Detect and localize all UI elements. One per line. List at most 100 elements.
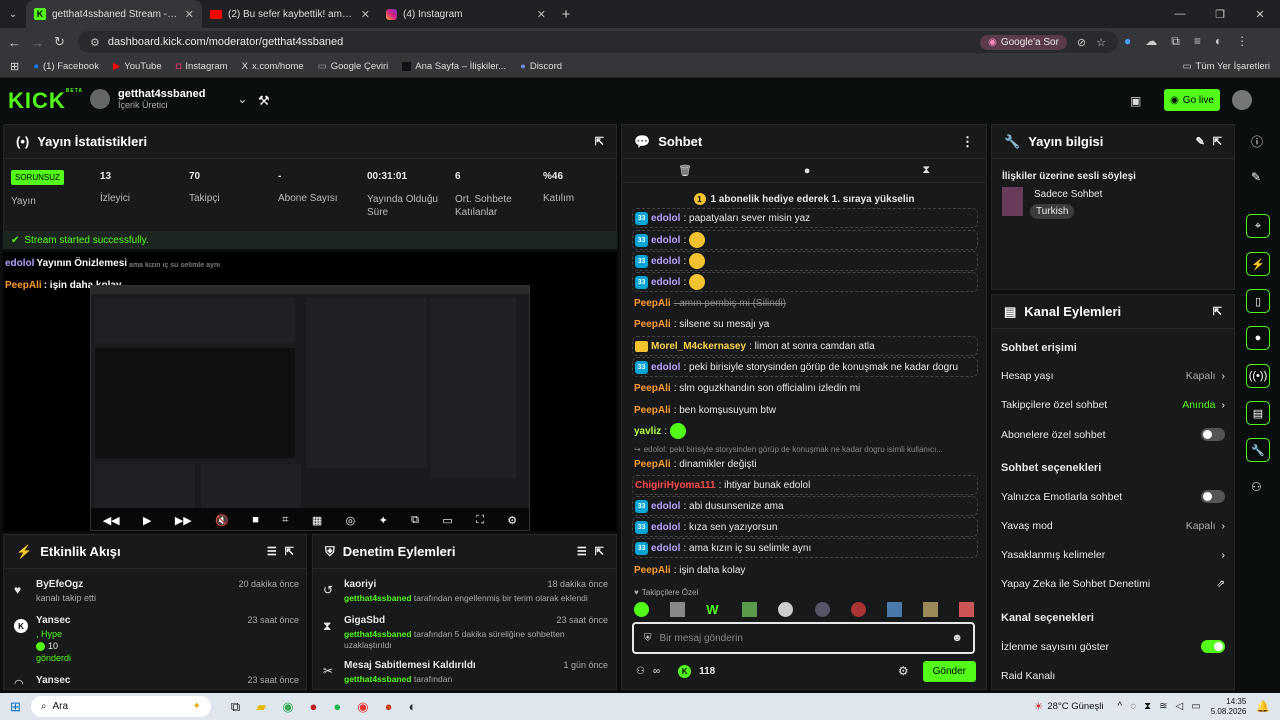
- chat-username[interactable]: edolol: [651, 362, 680, 373]
- apps-grid-icon[interactable]: ⊞: [10, 60, 19, 73]
- pencil-icon[interactable]: ✎: [1251, 170, 1261, 184]
- wrench-icon[interactable]: 🔧: [1246, 438, 1270, 462]
- chat-username[interactable]: edolol: [651, 213, 680, 224]
- emote-icon[interactable]: W: [706, 602, 721, 617]
- chat-message[interactable]: ChigiriHyoma111: ihtiyar bunak edolol: [632, 475, 978, 495]
- chat-message[interactable]: 33 edolol:: [632, 272, 978, 292]
- profile-avatar[interactable]: ◐: [1215, 34, 1222, 49]
- emote-icon[interactable]: [850, 602, 866, 617]
- chat-message[interactable]: 33 edolol: papatyaları sever misin yaz: [632, 208, 978, 228]
- info-icon[interactable]: ⓘ: [1251, 133, 1263, 150]
- rewind-icon[interactable]: ◀◀: [103, 514, 120, 527]
- chat-bubble-icon[interactable]: ●: [1246, 326, 1270, 350]
- chat-message[interactable]: 33 edolol:: [632, 230, 978, 250]
- network-icon[interactable]: ◌: [1130, 701, 1136, 712]
- crop-icon[interactable]: ⌗: [282, 514, 288, 527]
- emote-only-toggle[interactable]: [1201, 490, 1225, 503]
- chat-username[interactable]: PeepAli: [634, 405, 671, 416]
- setting-account-age[interactable]: Hesap yaşı Kapalı ›: [1001, 370, 1225, 382]
- chat-message[interactable]: 33 edolol:: [632, 251, 978, 271]
- edit-icon[interactable]: ✎: [1196, 135, 1205, 148]
- bookmark-anasayfa[interactable]: Ana Sayfa – İlişkiler...: [402, 61, 506, 72]
- chat-username[interactable]: PeepAli: [634, 319, 671, 330]
- screen-icon[interactable]: ▭: [442, 514, 452, 527]
- play-icon[interactable]: ▶: [143, 514, 151, 527]
- chat-username[interactable]: edolol: [651, 256, 680, 267]
- setting-follower-chat[interactable]: Takipçilere özel sohbet Anında ›: [1001, 399, 1225, 411]
- camera-icon[interactable]: ■: [252, 514, 259, 526]
- chat-message[interactable]: PeepAli: slm oguzkhandın son officialını…: [632, 378, 978, 398]
- bookmark-star-icon[interactable]: ☆: [1096, 36, 1106, 49]
- close-tab-icon[interactable]: ✕: [361, 8, 370, 21]
- send-button[interactable]: Gönder: [922, 660, 976, 682]
- bookmark-x[interactable]: Xx.com/home: [242, 61, 304, 72]
- tag-badge[interactable]: Turkish: [1030, 204, 1075, 219]
- bookmark-instagram[interactable]: ◘ Instagram: [176, 61, 228, 72]
- clock[interactable]: 14:35 5.08.2026: [1211, 697, 1247, 717]
- site-info-icon[interactable]: ⚙: [90, 36, 100, 49]
- google-ask-button[interactable]: ◉ Google'a Sor: [980, 34, 1067, 50]
- chat-username[interactable]: PeepAli: [634, 565, 671, 576]
- chat-message[interactable]: Morel_M4ckernasey: limon at sonra camdan…: [632, 336, 978, 356]
- hammer-icon[interactable]: ⚒: [258, 93, 270, 109]
- app-icon[interactable]: ◉: [357, 699, 368, 715]
- app-icon[interactable]: ●: [310, 699, 318, 715]
- preview-video[interactable]: ◀◀ ▶ ▶▶ 🔇 ■ ⌗ ▦ ◎ ✦ ⧉ ▭ ⛶ ⚙: [90, 285, 530, 531]
- filter-icon[interactable]: ☰: [577, 545, 587, 558]
- users-icon[interactable]: ⚇: [1251, 480, 1262, 494]
- theater-mode-icon[interactable]: ▣: [1130, 94, 1141, 108]
- user-avatar[interactable]: [1232, 90, 1252, 110]
- popout-icon[interactable]: ⇱: [285, 545, 294, 558]
- pip-icon[interactable]: ⧉: [411, 514, 419, 527]
- app-icon[interactable]: ◐: [408, 699, 416, 715]
- kick-logo[interactable]: KICKBETA: [8, 88, 83, 114]
- close-tab-icon[interactable]: ✕: [537, 8, 546, 21]
- chat-message[interactable]: yavliz:: [632, 421, 978, 441]
- setting-emote-only[interactable]: Yalnızca Emotlarla sohbet: [1001, 490, 1225, 503]
- emote-icon[interactable]: [634, 602, 649, 617]
- chat-message[interactable]: PeepAli: ben komşusuyum btw: [632, 400, 978, 420]
- setting-sub-chat[interactable]: Abonelere özel sohbet: [1001, 428, 1225, 441]
- chat-username[interactable]: edolol: [651, 522, 680, 533]
- new-tab-button[interactable]: +: [554, 6, 578, 23]
- spotify-icon[interactable]: ●: [333, 699, 341, 715]
- infinity-icon[interactable]: ∞: [653, 666, 660, 677]
- sub-chat-toggle[interactable]: [1201, 428, 1225, 441]
- chat-username[interactable]: edolol: [651, 543, 680, 554]
- emote-icon[interactable]: [778, 602, 794, 617]
- setting-banned-words[interactable]: Yasaklanmış kelimeler ›: [1001, 549, 1225, 561]
- emote-icon[interactable]: [886, 602, 902, 617]
- app-icon[interactable]: ●: [385, 699, 393, 715]
- chat-username[interactable]: edolol: [651, 277, 680, 288]
- popout-icon[interactable]: ⇱: [595, 545, 604, 558]
- layout-icon[interactable]: ▤: [1246, 401, 1270, 425]
- emote-icon[interactable]: [958, 602, 974, 617]
- chat-message[interactable]: PeepAli: amın pembiş mi (Silindi): [632, 293, 978, 313]
- gear-icon[interactable]: ⚙: [898, 664, 909, 678]
- tab-kick[interactable]: K getthat4ssbaned Stream - Kick ✕: [26, 0, 202, 28]
- setting-raid-channel[interactable]: Raid Kanalı: [1001, 670, 1225, 682]
- chat-username[interactable]: edolol: [651, 235, 680, 246]
- menu-kebab-icon[interactable]: ⋮: [961, 134, 974, 150]
- notifications-icon[interactable]: 🔔: [1256, 700, 1270, 713]
- effect-icon[interactable]: ✦: [379, 514, 388, 527]
- record-icon[interactable]: ◎: [346, 514, 356, 527]
- channel-selector[interactable]: getthat4ssbaned İçerik Üretici ⌄: [90, 88, 247, 110]
- chat-message[interactable]: PeepAli: silsene su mesajı ya: [632, 314, 978, 334]
- emote-icon[interactable]: [670, 602, 686, 617]
- chat-message[interactable]: 33 edolol: kıza sen yazıyorsun: [632, 517, 978, 537]
- chat-username[interactable]: PeepAli: [634, 298, 671, 309]
- chat-message[interactable]: 33 edolol: peki birisiyle storysinden gör…: [632, 357, 978, 377]
- popout-icon[interactable]: ⇱: [1213, 305, 1222, 318]
- windows-start-icon[interactable]: ⊞: [10, 699, 21, 715]
- tab-list-button[interactable]: ⌄: [0, 9, 26, 20]
- maximize-icon[interactable]: ❐: [1200, 8, 1240, 21]
- close-tab-icon[interactable]: ✕: [185, 8, 194, 21]
- setting-ai-moderation[interactable]: Yapay Zeka ile Sohbet Denetimi ⇗: [1001, 578, 1225, 590]
- lightning-icon[interactable]: ⚡: [1246, 252, 1270, 276]
- chat-message[interactable]: PeepAli: işin daha kolay: [632, 560, 978, 580]
- scan-icon[interactable]: ⌖: [1246, 214, 1270, 238]
- chat-icon[interactable]: ●: [804, 165, 811, 177]
- close-window-icon[interactable]: ✕: [1240, 8, 1280, 21]
- chat-username[interactable]: Morel_M4ckernasey: [651, 341, 746, 352]
